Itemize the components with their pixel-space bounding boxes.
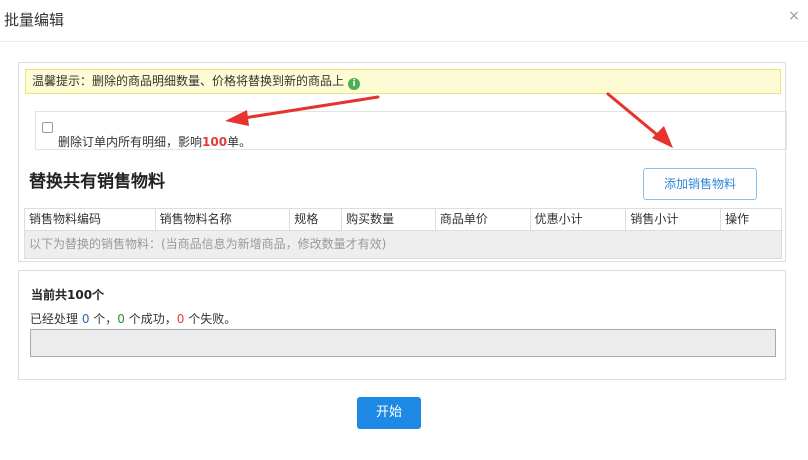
column-header-actions: 操作 xyxy=(725,212,750,226)
dialog-header: 批量编辑 × xyxy=(0,0,808,42)
section-title: 替换共有销售物料 xyxy=(29,172,165,192)
fail-suffix: 个失败。 xyxy=(184,312,237,326)
column-header-code[interactable]: 销售物料编码 xyxy=(25,209,156,230)
delete-all-option: 删除订单内所有明细，影响100单。 xyxy=(35,111,787,150)
column-header-unit-price[interactable]: 商品单价 xyxy=(436,209,531,230)
table-empty-row: 以下为替换的销售物料：(当商品信息为新增商品，修改数量才有效) xyxy=(24,231,782,259)
tip-bar: 温馨提示：删除的商品明细数量、价格将替换到新的商品上 i xyxy=(25,69,781,94)
success-count: 0 xyxy=(117,312,125,326)
column-header-sales-subtotal[interactable]: 销售小计 xyxy=(626,209,722,230)
delete-text-prefix: 删除订单内所有明细，影响 xyxy=(58,135,203,149)
progress-bar xyxy=(30,329,776,357)
start-button[interactable]: 开始 xyxy=(357,397,421,429)
delete-count: 100 xyxy=(202,135,228,149)
add-sales-material-button[interactable]: 添加销售物料 xyxy=(643,168,757,200)
progress-panel: 当前共100个 已经处理 0 个，0 个成功，0 个失败。 xyxy=(18,270,786,380)
success-suffix: 个成功， xyxy=(124,312,177,326)
info-icon: i xyxy=(348,78,361,90)
processed-suffix: 个， xyxy=(89,312,118,326)
table-header: 销售物料编码 销售物料名称 规格 购买数量 商品单价 优惠小计 销售小计 操作 xyxy=(24,208,782,231)
materials-table: 销售物料编码 销售物料名称 规格 购买数量 商品单价 优惠小计 销售小计 操作 … xyxy=(24,208,782,259)
tip-text: 温馨提示：删除的商品明细数量、价格将替换到新的商品上 xyxy=(32,74,345,88)
delete-all-checkbox[interactable] xyxy=(42,122,53,133)
column-header-spec[interactable]: 规格 xyxy=(290,209,343,230)
processed-prefix: 已经处理 xyxy=(30,312,82,326)
total-count: 当前共100个 xyxy=(31,288,105,302)
dialog-title: 批量编辑 xyxy=(4,11,65,29)
replace-panel: 温馨提示：删除的商品明细数量、价格将替换到新的商品上 i 删除订单内所有明细，影响… xyxy=(18,62,787,262)
column-header-discount-subtotal[interactable]: 优惠小计 xyxy=(531,209,627,230)
column-header-quantity[interactable]: 购买数量 xyxy=(342,209,436,230)
progress-summary: 已经处理 0 个，0 个成功，0 个失败。 xyxy=(30,310,236,327)
delete-all-label: 删除订单内所有明细，影响100单。 xyxy=(58,133,251,150)
delete-text-suffix: 单。 xyxy=(227,135,252,149)
column-header-name[interactable]: 销售物料名称 xyxy=(156,209,291,230)
close-button[interactable]: × xyxy=(786,8,802,24)
